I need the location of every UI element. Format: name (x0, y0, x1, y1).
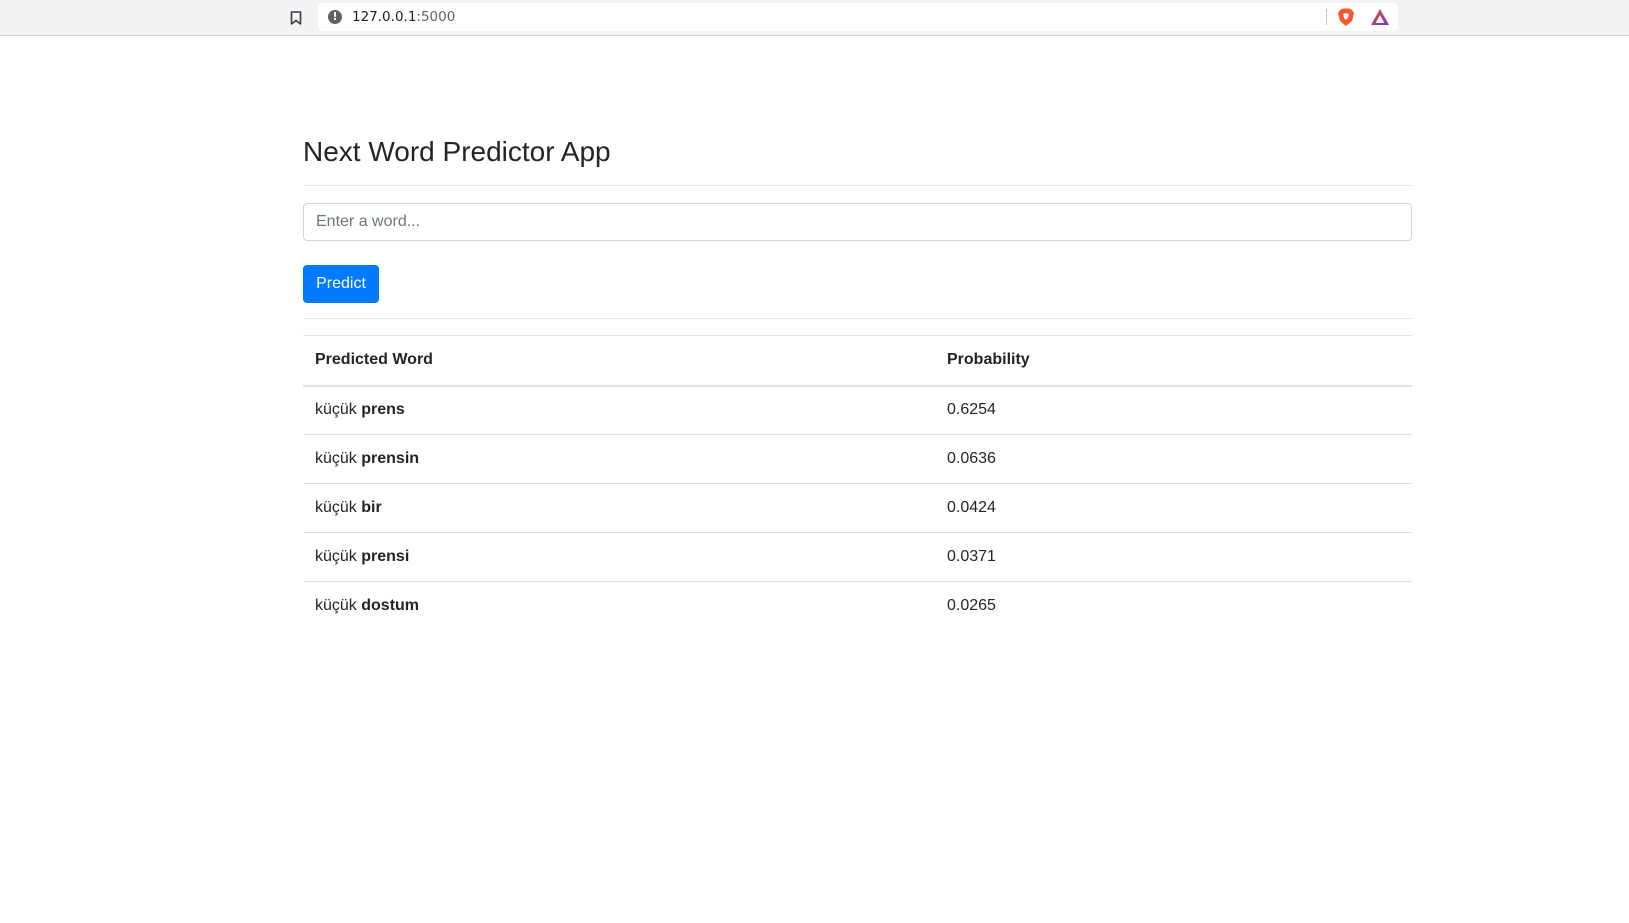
site-info-icon[interactable]: ! (328, 10, 342, 24)
predicted-word: dostum (361, 597, 420, 615)
brave-shields-icon (1338, 8, 1354, 26)
table-row: küçük prens 0.6254 (303, 385, 1412, 435)
probability-cell: 0.0371 (935, 532, 1412, 582)
table-header-row: Predicted Word Probability (303, 335, 1412, 387)
url-port: :5000 (416, 9, 456, 25)
predicted-word: bir (361, 499, 382, 516)
address-bar[interactable]: ! 127.0.0.1:5000 (318, 3, 1398, 31)
word-input[interactable] (303, 203, 1412, 241)
page-title: Next Word Predictor App (303, 136, 611, 167)
predicted-word: prensin (361, 450, 420, 467)
brave-shields-button[interactable] (1336, 7, 1356, 27)
predict-button[interactable]: Predict (303, 265, 379, 303)
probability-cell: 0.0265 (935, 581, 1412, 631)
input-word: küçük (315, 597, 357, 615)
probability-cell: 0.0636 (935, 434, 1412, 484)
address-bar-divider (1326, 9, 1327, 25)
table-row: küçük dostum 0.0265 (303, 581, 1412, 631)
predicted-word-cell: küçük dostum (303, 581, 935, 631)
table-row: küçük prensin 0.0636 (303, 434, 1412, 484)
table-row: küçük bir 0.0424 (303, 483, 1412, 533)
predictions-table: Predicted Word Probability küçük prens 0… (303, 335, 1412, 631)
input-word: küçük (315, 548, 357, 565)
predicted-word: prens (361, 401, 405, 419)
probability-cell: 0.6254 (935, 385, 1412, 435)
input-word: küçük (315, 450, 357, 467)
input-word: küçük (315, 401, 357, 419)
input-word: küçük (315, 499, 357, 516)
probability-cell: 0.0424 (935, 483, 1412, 533)
bookmark-icon (290, 11, 302, 25)
browser-toolbar: ! 127.0.0.1:5000 (0, 0, 1629, 36)
header-predicted-word: Predicted Word (303, 335, 935, 387)
brave-rewards-button[interactable] (1370, 8, 1390, 26)
predicted-word-cell: küçük prens (303, 385, 935, 435)
title-divider (303, 185, 1412, 186)
form-divider (303, 318, 1412, 319)
table-row: küçük prensi 0.0371 (303, 532, 1412, 582)
predicted-word-cell: küçük prensin (303, 434, 935, 484)
bookmark-button[interactable] (286, 8, 306, 28)
predicted-word: prensi (361, 548, 410, 565)
predicted-word-cell: küçük prensi (303, 532, 935, 582)
url-host: 127.0.0.1 (352, 9, 417, 25)
header-probability: Probability (935, 335, 1412, 387)
url-text[interactable]: 127.0.0.1:5000 (352, 9, 455, 25)
predicted-word-cell: küçük bir (303, 483, 935, 533)
brave-rewards-icon (1371, 9, 1389, 25)
